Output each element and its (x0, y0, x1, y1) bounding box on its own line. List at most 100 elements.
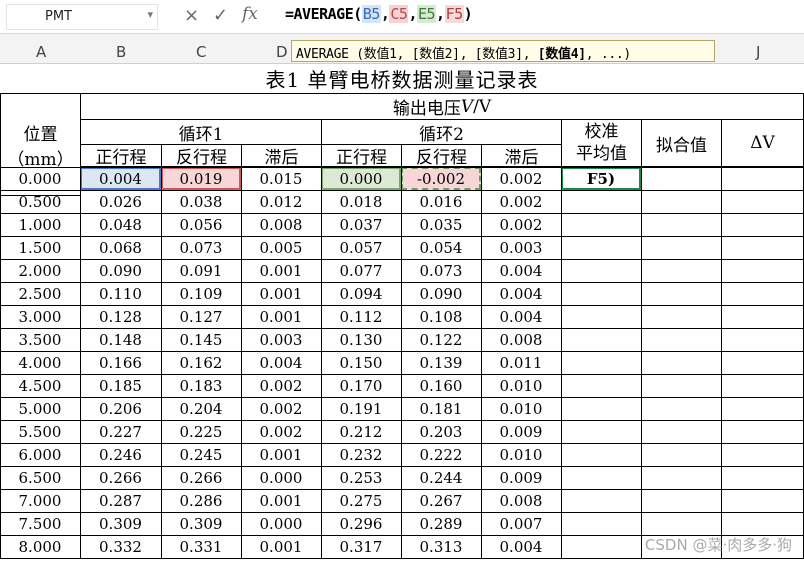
table-cell[interactable]: 0.148 (80, 328, 161, 351)
table-cell[interactable]: 0.037 (321, 213, 401, 236)
empty-cell[interactable] (561, 374, 641, 397)
empty-cell[interactable] (721, 305, 804, 328)
col-header-j[interactable]: J (756, 43, 760, 61)
table-cell[interactable]: -0.002 (401, 167, 481, 190)
table-cell[interactable]: 1.000 (0, 213, 80, 236)
empty-cell[interactable] (561, 443, 641, 466)
table-cell[interactable]: 0.160 (401, 374, 481, 397)
table-cell[interactable]: 0.110 (80, 282, 161, 305)
table-cell[interactable]: 0.026 (80, 190, 161, 213)
table-cell[interactable]: 0.244 (401, 466, 481, 489)
table-cell[interactable]: 0.309 (80, 512, 161, 535)
table-cell[interactable]: 4.500 (0, 374, 80, 397)
table-cell[interactable]: 0.212 (321, 420, 401, 443)
table-cell[interactable]: 0.001 (241, 443, 321, 466)
empty-cell[interactable] (561, 328, 641, 351)
table-cell[interactable]: 0.289 (401, 512, 481, 535)
table-cell[interactable]: 6.500 (0, 466, 80, 489)
name-box[interactable]: PMT ▾ (6, 4, 158, 30)
empty-cell[interactable] (641, 236, 721, 259)
table-cell[interactable]: 0.331 (161, 535, 241, 558)
table-cell[interactable]: 0.012 (241, 190, 321, 213)
empty-cell[interactable] (561, 213, 641, 236)
empty-cell[interactable] (721, 397, 804, 420)
table-cell[interactable]: 0.267 (401, 489, 481, 512)
header-c1-reverse[interactable]: 反行程 (161, 144, 242, 168)
empty-cell[interactable] (561, 466, 641, 489)
table-cell[interactable]: 0.191 (321, 397, 401, 420)
empty-cell[interactable] (721, 259, 804, 282)
table-cell[interactable]: 0.002 (481, 167, 561, 190)
table-cell[interactable]: 0.275 (321, 489, 401, 512)
table-cell[interactable]: 0.008 (481, 328, 561, 351)
table-cell[interactable]: 0.000 (0, 167, 80, 190)
table-cell[interactable]: 0.253 (321, 466, 401, 489)
empty-cell[interactable] (641, 259, 721, 282)
table-cell[interactable]: 0.001 (241, 535, 321, 558)
table-cell[interactable]: 0.010 (481, 397, 561, 420)
table-cell[interactable]: 0.162 (161, 351, 241, 374)
header-fit-value[interactable]: 拟合值 (641, 119, 722, 167)
empty-cell[interactable] (721, 489, 804, 512)
col-header-d[interactable]: D (276, 43, 288, 61)
table-cell[interactable]: 0.332 (80, 535, 161, 558)
table-cell[interactable]: 0.002 (481, 213, 561, 236)
empty-cell[interactable] (561, 420, 641, 443)
empty-cell[interactable] (641, 489, 721, 512)
header-c2-forward[interactable]: 正行程 (321, 144, 402, 168)
table-cell[interactable]: 0.001 (241, 489, 321, 512)
table-cell[interactable]: 0.313 (401, 535, 481, 558)
table-cell[interactable]: 0.035 (401, 213, 481, 236)
empty-cell[interactable] (561, 512, 641, 535)
header-cycle2[interactable]: 循环2 (321, 119, 562, 145)
table-cell[interactable]: 0.038 (161, 190, 241, 213)
empty-cell[interactable] (721, 351, 804, 374)
table-cell[interactable]: 0.015 (241, 167, 321, 190)
table-cell[interactable]: 0.004 (481, 535, 561, 558)
table-cell[interactable]: 0.004 (80, 167, 161, 190)
table-cell[interactable]: 0.009 (481, 420, 561, 443)
table-cell[interactable]: 0.266 (80, 466, 161, 489)
table-cell[interactable]: 0.091 (161, 259, 241, 282)
table-cell[interactable]: 0.317 (321, 535, 401, 558)
table-cell[interactable]: 4.000 (0, 351, 80, 374)
empty-cell[interactable] (561, 282, 641, 305)
empty-cell[interactable] (641, 305, 721, 328)
table-cell[interactable]: 0.286 (161, 489, 241, 512)
insert-function-icon[interactable]: fx (242, 4, 258, 24)
table-cell[interactable]: 0.166 (80, 351, 161, 374)
table-cell[interactable]: 0.139 (401, 351, 481, 374)
table-cell[interactable]: 0.150 (321, 351, 401, 374)
table-cell[interactable]: 0.090 (401, 282, 481, 305)
header-c1-forward[interactable]: 正行程 (80, 144, 162, 168)
empty-cell[interactable] (641, 190, 721, 213)
table-cell[interactable]: 0.094 (321, 282, 401, 305)
table-cell[interactable]: 0.266 (161, 466, 241, 489)
empty-cell[interactable] (561, 259, 641, 282)
table-cell[interactable]: 0.004 (481, 305, 561, 328)
empty-cell[interactable] (721, 328, 804, 351)
empty-cell[interactable] (721, 190, 804, 213)
table-cell[interactable]: 5.500 (0, 420, 80, 443)
table-cell[interactable]: 1.500 (0, 236, 80, 259)
table-cell[interactable]: 0.227 (80, 420, 161, 443)
table-cell[interactable]: 0.010 (481, 374, 561, 397)
table-cell[interactable]: 0.009 (481, 466, 561, 489)
empty-cell[interactable] (641, 420, 721, 443)
cancel-icon[interactable]: × (184, 5, 199, 26)
table-cell[interactable]: 0.203 (401, 420, 481, 443)
table-cell[interactable]: 0.016 (401, 190, 481, 213)
table-cell[interactable]: 2.000 (0, 259, 80, 282)
table-cell[interactable]: 0.002 (241, 374, 321, 397)
formula-input[interactable]: =AVERAGE(B5,C5,E5,F5) (285, 5, 473, 23)
table-cell[interactable]: 0.018 (321, 190, 401, 213)
table-cell[interactable]: 0.008 (481, 489, 561, 512)
chevron-down-icon[interactable]: ▾ (147, 8, 153, 21)
empty-cell[interactable] (721, 213, 804, 236)
table-cell[interactable]: 0.185 (80, 374, 161, 397)
empty-cell[interactable] (721, 420, 804, 443)
table-cell[interactable]: 0.000 (241, 512, 321, 535)
table-cell[interactable]: 0.048 (80, 213, 161, 236)
table-cell[interactable]: 0.090 (80, 259, 161, 282)
table-cell[interactable]: 0.002 (481, 190, 561, 213)
